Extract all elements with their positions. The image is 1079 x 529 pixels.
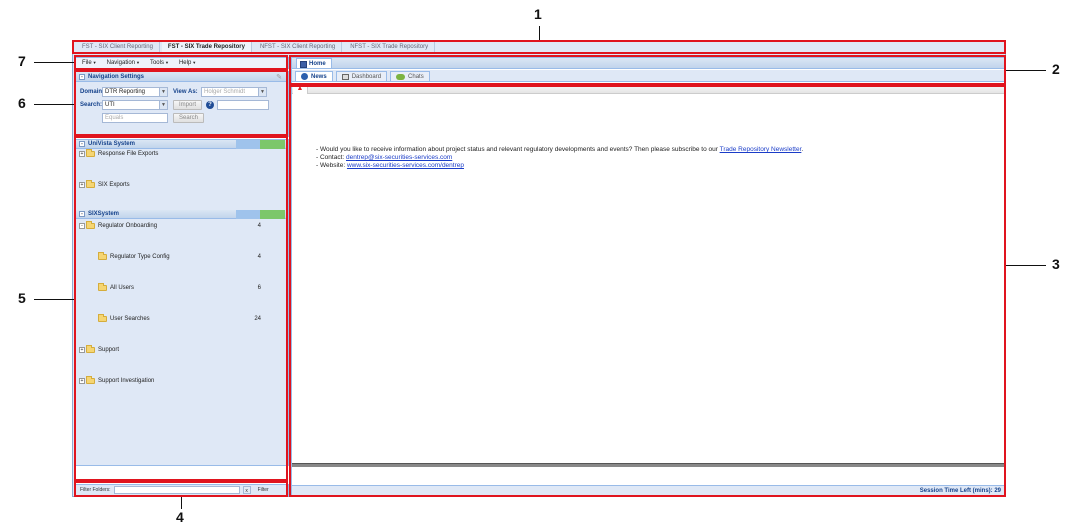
- callout-number-7: 7: [18, 53, 26, 69]
- callout-line-3: [1006, 265, 1046, 266]
- highlight-box-7: [74, 55, 288, 70]
- callout-line-6: [34, 104, 74, 105]
- callout-number-6: 6: [18, 95, 26, 111]
- highlight-box-6: [74, 70, 288, 136]
- callout-line-7: [34, 62, 74, 63]
- highlight-box-2: [289, 55, 1006, 85]
- highlight-box-3: [289, 85, 1006, 497]
- callout-line-2: [1006, 70, 1046, 71]
- callout-number-1: 1: [534, 6, 542, 22]
- highlight-box-1: [72, 40, 1006, 54]
- callout-line-5: [34, 299, 74, 300]
- callout-number-5: 5: [18, 290, 26, 306]
- callout-number-2: 2: [1052, 61, 1060, 77]
- highlight-box-4: [74, 481, 288, 497]
- callout-number-3: 3: [1052, 256, 1060, 272]
- callout-line-4: [181, 497, 182, 509]
- highlight-box-5: [74, 136, 288, 481]
- callout-number-4: 4: [176, 509, 184, 525]
- callout-line-1: [539, 26, 540, 40]
